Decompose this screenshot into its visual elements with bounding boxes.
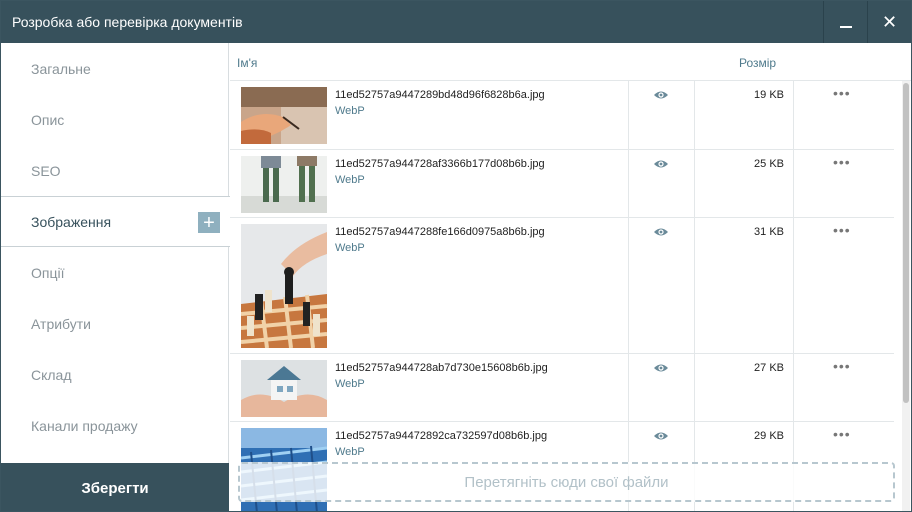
- add-image-button[interactable]: +: [198, 212, 220, 233]
- sidebar-item-options[interactable]: Опції: [1, 247, 229, 298]
- file-name: 11ed52757a9447288fe166d0975a8b6b.jpg: [335, 226, 545, 238]
- more-actions-button[interactable]: •••: [833, 426, 851, 442]
- file-format: WebP: [335, 446, 365, 458]
- drop-zone-label: Перетягніть сюди свої файли: [464, 473, 669, 491]
- file-size: 31 KB: [754, 226, 784, 238]
- file-size: 29 KB: [754, 430, 784, 442]
- column-header-size[interactable]: Розмір: [739, 56, 776, 70]
- sidebar-item-label: Канали продажу: [31, 417, 138, 434]
- file-name: 11ed52757a944728ab7d730e15608b6b.jpg: [335, 362, 548, 374]
- file-format: WebP: [335, 242, 365, 254]
- sidebar-item-sales-channels[interactable]: Канали продажу: [1, 400, 229, 451]
- eye-icon[interactable]: [653, 225, 669, 239]
- file-format: WebP: [335, 378, 365, 390]
- minimize-button[interactable]: [823, 1, 867, 43]
- title-bar: Розробка або перевірка документів ✕: [1, 1, 911, 43]
- file-format: WebP: [335, 105, 365, 117]
- sidebar-item-general[interactable]: Загальне: [1, 43, 229, 94]
- more-actions-button[interactable]: •••: [833, 154, 851, 170]
- file-name: 11ed52757a94472892ca732597d08b6b.jpg: [335, 430, 548, 442]
- thumbnail-image[interactable]: [241, 360, 327, 417]
- more-actions-button[interactable]: •••: [833, 85, 851, 101]
- table-row[interactable]: 11ed52757a944728af3366b177d08b6b.jpg Web…: [230, 150, 894, 218]
- eye-icon[interactable]: [653, 429, 669, 443]
- close-button[interactable]: ✕: [867, 1, 911, 43]
- sidebar-item-label: Склад: [31, 366, 72, 383]
- thumbnail-image[interactable]: [241, 156, 327, 213]
- sidebar-item-label: SEO: [31, 162, 61, 179]
- table-row[interactable]: 11ed52757a944728ab7d730e15608b6b.jpg Web…: [230, 354, 894, 422]
- file-drop-zone[interactable]: Перетягніть сюди свої файли: [238, 462, 895, 502]
- eye-icon[interactable]: [653, 88, 669, 102]
- close-icon: ✕: [881, 12, 898, 32]
- file-size: 27 KB: [754, 362, 784, 374]
- file-name: 11ed52757a944728af3366b177d08b6b.jpg: [335, 158, 545, 170]
- sidebar: Загальне Опис SEO Зображення + Опції Атр…: [1, 43, 230, 511]
- column-header-name[interactable]: Ім'я: [237, 56, 257, 70]
- sidebar-item-description[interactable]: Опис: [1, 94, 229, 145]
- save-button[interactable]: Зберегти: [1, 463, 229, 511]
- more-actions-button[interactable]: •••: [833, 222, 851, 238]
- sidebar-item-label: Загальне: [31, 60, 91, 77]
- images-panel: Ім'я Розмір 11ed52757a9447289bd48d96f682…: [230, 43, 911, 511]
- table-row[interactable]: 11ed52757a9447289bd48d96f6828b6a.jpg Web…: [230, 81, 894, 150]
- minimize-icon: [839, 26, 852, 28]
- table-header: Ім'я Розмір: [230, 43, 911, 81]
- thumbnail-image[interactable]: [241, 87, 327, 144]
- more-actions-button[interactable]: •••: [833, 358, 851, 374]
- sidebar-item-images[interactable]: Зображення +: [1, 196, 230, 247]
- sidebar-item-label: Опції: [31, 264, 65, 281]
- file-format: WebP: [335, 174, 365, 186]
- thumbnail-image[interactable]: [241, 224, 327, 348]
- sidebar-item-label: Опис: [31, 111, 65, 128]
- file-size: 25 KB: [754, 158, 784, 170]
- sidebar-item-label: Атрибути: [31, 315, 91, 332]
- table-row[interactable]: 11ed52757a9447288fe166d0975a8b6b.jpg Web…: [230, 218, 894, 354]
- window-title: Розробка або перевірка документів: [12, 14, 243, 30]
- file-name: 11ed52757a9447289bd48d96f6828b6a.jpg: [335, 89, 545, 101]
- sidebar-item-label: Зображення: [31, 213, 112, 230]
- sidebar-item-attributes[interactable]: Атрибути: [1, 298, 229, 349]
- scrollbar-thumb[interactable]: [903, 83, 909, 403]
- dialog-window: Розробка або перевірка документів ✕ Зага…: [0, 0, 912, 512]
- eye-icon[interactable]: [653, 361, 669, 375]
- vertical-scrollbar[interactable]: [902, 81, 910, 511]
- sidebar-item-seo[interactable]: SEO: [1, 145, 229, 196]
- sidebar-item-stock[interactable]: Склад: [1, 349, 229, 400]
- file-size: 19 KB: [754, 89, 784, 101]
- eye-icon[interactable]: [653, 157, 669, 171]
